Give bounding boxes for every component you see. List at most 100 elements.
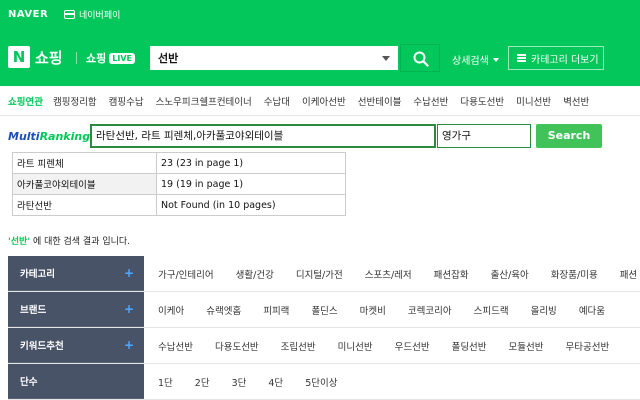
filter-header[interactable]: 단수 bbox=[8, 364, 144, 399]
filter-option[interactable]: 디지털/가전 bbox=[296, 267, 343, 281]
related-item[interactable]: 스노우피크쉘프컨테이너 bbox=[156, 94, 252, 108]
filter-option[interactable]: 패션 bbox=[620, 267, 637, 281]
filter-option[interactable]: 출산/육아 bbox=[491, 267, 529, 281]
filter-option[interactable]: 조립선반 bbox=[281, 339, 316, 353]
result-message: '선반' 에 대한 검색 결과 입니다. bbox=[8, 234, 130, 247]
result-keyword: 라탄선반 bbox=[12, 194, 157, 216]
filter-option[interactable]: 미니선반 bbox=[338, 339, 373, 353]
keywords-input[interactable]: 라탄선반, 라트 피렌체,아카풀코야외테이블 bbox=[90, 124, 436, 148]
store-name-input[interactable]: 영가구 bbox=[437, 124, 531, 148]
filter-option[interactable]: 슈랙엣홈 bbox=[206, 303, 241, 317]
filter-option[interactable]: 스포츠/레저 bbox=[365, 267, 412, 281]
filter-label: 브랜드 bbox=[20, 305, 47, 316]
filter-option[interactable]: 우드선반 bbox=[395, 339, 430, 353]
logo-part-multi: Multi bbox=[8, 130, 40, 143]
related-item[interactable]: 수납대 bbox=[264, 94, 290, 108]
related-item[interactable]: 다용도선반 bbox=[460, 94, 504, 108]
chevron-down-icon bbox=[492, 57, 499, 62]
filter-row-brand: 브랜드 + 이케아 슈랙엣홈 피피랙 폴딘스 마켓비 코렉코리아 스피드랙 올리… bbox=[8, 292, 640, 328]
naver-pay-link[interactable]: 네이버페이 bbox=[64, 8, 120, 21]
ranking-results-table: 라트 피렌체 23 (23 in page 1) 아카풀코야외테이블 19 (1… bbox=[12, 152, 346, 216]
plus-icon[interactable]: + bbox=[124, 266, 134, 280]
filter-option[interactable]: 무타공선반 bbox=[566, 339, 610, 353]
divider bbox=[76, 52, 77, 64]
related-keywords: 쇼핑연관 캠핑정리함 캠핑수납 스노우피크쉘프컨테이너 수납대 이케아선반 선반… bbox=[0, 86, 640, 116]
top-bar: NAVER 네이버페이 bbox=[0, 0, 640, 30]
table-row: 아카풀코야외테이블 19 (19 in page 1) bbox=[12, 173, 346, 195]
filter-option[interactable]: 다용도선반 bbox=[215, 339, 259, 353]
search-button[interactable] bbox=[400, 44, 440, 72]
filter-option[interactable]: 생활/건강 bbox=[236, 267, 274, 281]
search-box bbox=[148, 44, 400, 72]
plus-icon[interactable]: + bbox=[124, 338, 134, 352]
filter-option[interactable]: 피피랙 bbox=[263, 303, 289, 317]
filter-values: 1단 2단 3단 4단 5단이상 bbox=[144, 364, 640, 399]
autocomplete-caret-icon[interactable] bbox=[382, 56, 390, 61]
filter-option[interactable]: 폴딩선반 bbox=[452, 339, 487, 353]
filter-row-keyword: 키워드추천 + 수납선반 다용도선반 조립선반 미니선반 우드선반 폴딩선반 모… bbox=[8, 328, 640, 364]
filter-option[interactable]: 예다움 bbox=[579, 303, 605, 317]
table-row: 라트 피렌체 23 (23 in page 1) bbox=[12, 152, 346, 174]
related-item[interactable]: 미니선반 bbox=[516, 94, 551, 108]
filter-label: 카테고리 bbox=[20, 269, 55, 280]
ranking-search-button[interactable]: Search bbox=[536, 124, 602, 148]
plus-icon[interactable]: + bbox=[124, 302, 134, 316]
filter-option[interactable]: 가구/인테리어 bbox=[158, 267, 214, 281]
filter-option[interactable]: 스피드랙 bbox=[474, 303, 509, 317]
advanced-search-button[interactable]: 상세검색 bbox=[452, 52, 499, 67]
result-keyword-highlight: '선반' bbox=[8, 237, 31, 247]
shopping-title[interactable]: 쇼핑 bbox=[35, 47, 63, 68]
result-value: Not Found (in 10 pages) bbox=[156, 194, 346, 216]
card-icon bbox=[64, 10, 75, 19]
related-item[interactable]: 캠핑수납 bbox=[109, 94, 144, 108]
filter-option[interactable]: 패션잡화 bbox=[434, 267, 469, 281]
list-icon bbox=[517, 54, 526, 62]
filter-label: 키워드추천 bbox=[20, 341, 64, 352]
result-value: 23 (23 in page 1) bbox=[156, 152, 346, 174]
filter-option[interactable]: 화장품/미용 bbox=[551, 267, 598, 281]
advanced-search-label: 상세검색 bbox=[452, 56, 489, 67]
filter-option[interactable]: 5단이상 bbox=[305, 375, 337, 389]
search-filters: 카테고리 + 가구/인테리어 생활/건강 디지털/가전 스포츠/레저 패션잡화 … bbox=[8, 256, 640, 400]
filter-header[interactable]: 카테고리 + bbox=[8, 256, 144, 291]
filter-option[interactable]: 수납선반 bbox=[158, 339, 193, 353]
search-input[interactable] bbox=[150, 46, 370, 70]
logo-part-ranking: Ranking bbox=[39, 130, 91, 143]
shopping-live-link[interactable]: 쇼핑 LIVE bbox=[86, 50, 135, 66]
n-logo[interactable]: N bbox=[8, 46, 30, 68]
result-value: 19 (19 in page 1) bbox=[156, 173, 346, 195]
multiranking-logo: MultiRanking bbox=[8, 130, 90, 143]
filter-option[interactable]: 올리빙 bbox=[531, 303, 557, 317]
filter-header[interactable]: 키워드추천 + bbox=[8, 328, 144, 363]
filter-values: 수납선반 다용도선반 조립선반 미니선반 우드선반 폴딩선반 모듈선반 무타공선… bbox=[144, 328, 640, 363]
filter-option[interactable]: 2단 bbox=[195, 375, 210, 389]
filter-option[interactable]: 폴딘스 bbox=[311, 303, 337, 317]
filter-option[interactable]: 코렉코리아 bbox=[408, 303, 452, 317]
live-prefix: 쇼핑 bbox=[86, 52, 107, 65]
result-keyword: 라트 피렌체 bbox=[12, 152, 157, 174]
naver-pay-label: 네이버페이 bbox=[79, 11, 121, 21]
naver-logo[interactable]: NAVER bbox=[8, 9, 48, 20]
filter-row-tiers: 단수 1단 2단 3단 4단 5단이상 bbox=[8, 364, 640, 400]
filter-label: 단수 bbox=[20, 377, 38, 388]
table-row: 라탄선반 Not Found (in 10 pages) bbox=[12, 194, 346, 216]
search-icon bbox=[413, 51, 429, 67]
filter-option[interactable]: 3단 bbox=[232, 375, 247, 389]
live-badge: LIVE bbox=[109, 52, 135, 64]
filter-option[interactable]: 1단 bbox=[158, 375, 173, 389]
related-item[interactable]: 벽선반 bbox=[563, 94, 589, 108]
result-message-suffix: 에 대한 검색 결과 입니다. bbox=[30, 237, 131, 247]
filter-option[interactable]: 4단 bbox=[268, 375, 283, 389]
filter-values: 이케아 슈랙엣홈 피피랙 폴딘스 마켓비 코렉코리아 스피드랙 올리빙 예다움 bbox=[144, 292, 640, 327]
result-keyword: 아카풀코야외테이블 bbox=[12, 173, 157, 195]
related-item[interactable]: 이케아선반 bbox=[302, 94, 346, 108]
related-item[interactable]: 캠핑정리함 bbox=[53, 94, 97, 108]
filter-header[interactable]: 브랜드 + bbox=[8, 292, 144, 327]
related-item[interactable]: 수납선반 bbox=[413, 94, 448, 108]
filter-option[interactable]: 마켓비 bbox=[360, 303, 386, 317]
shopping-header: N 쇼핑 쇼핑 LIVE 상세검색 카테고리 더보기 bbox=[0, 30, 640, 86]
category-more-button[interactable]: 카테고리 더보기 bbox=[508, 46, 604, 70]
filter-option[interactable]: 이케아 bbox=[158, 303, 184, 317]
related-item[interactable]: 선반테이블 bbox=[358, 94, 402, 108]
filter-option[interactable]: 모듈선반 bbox=[509, 339, 544, 353]
